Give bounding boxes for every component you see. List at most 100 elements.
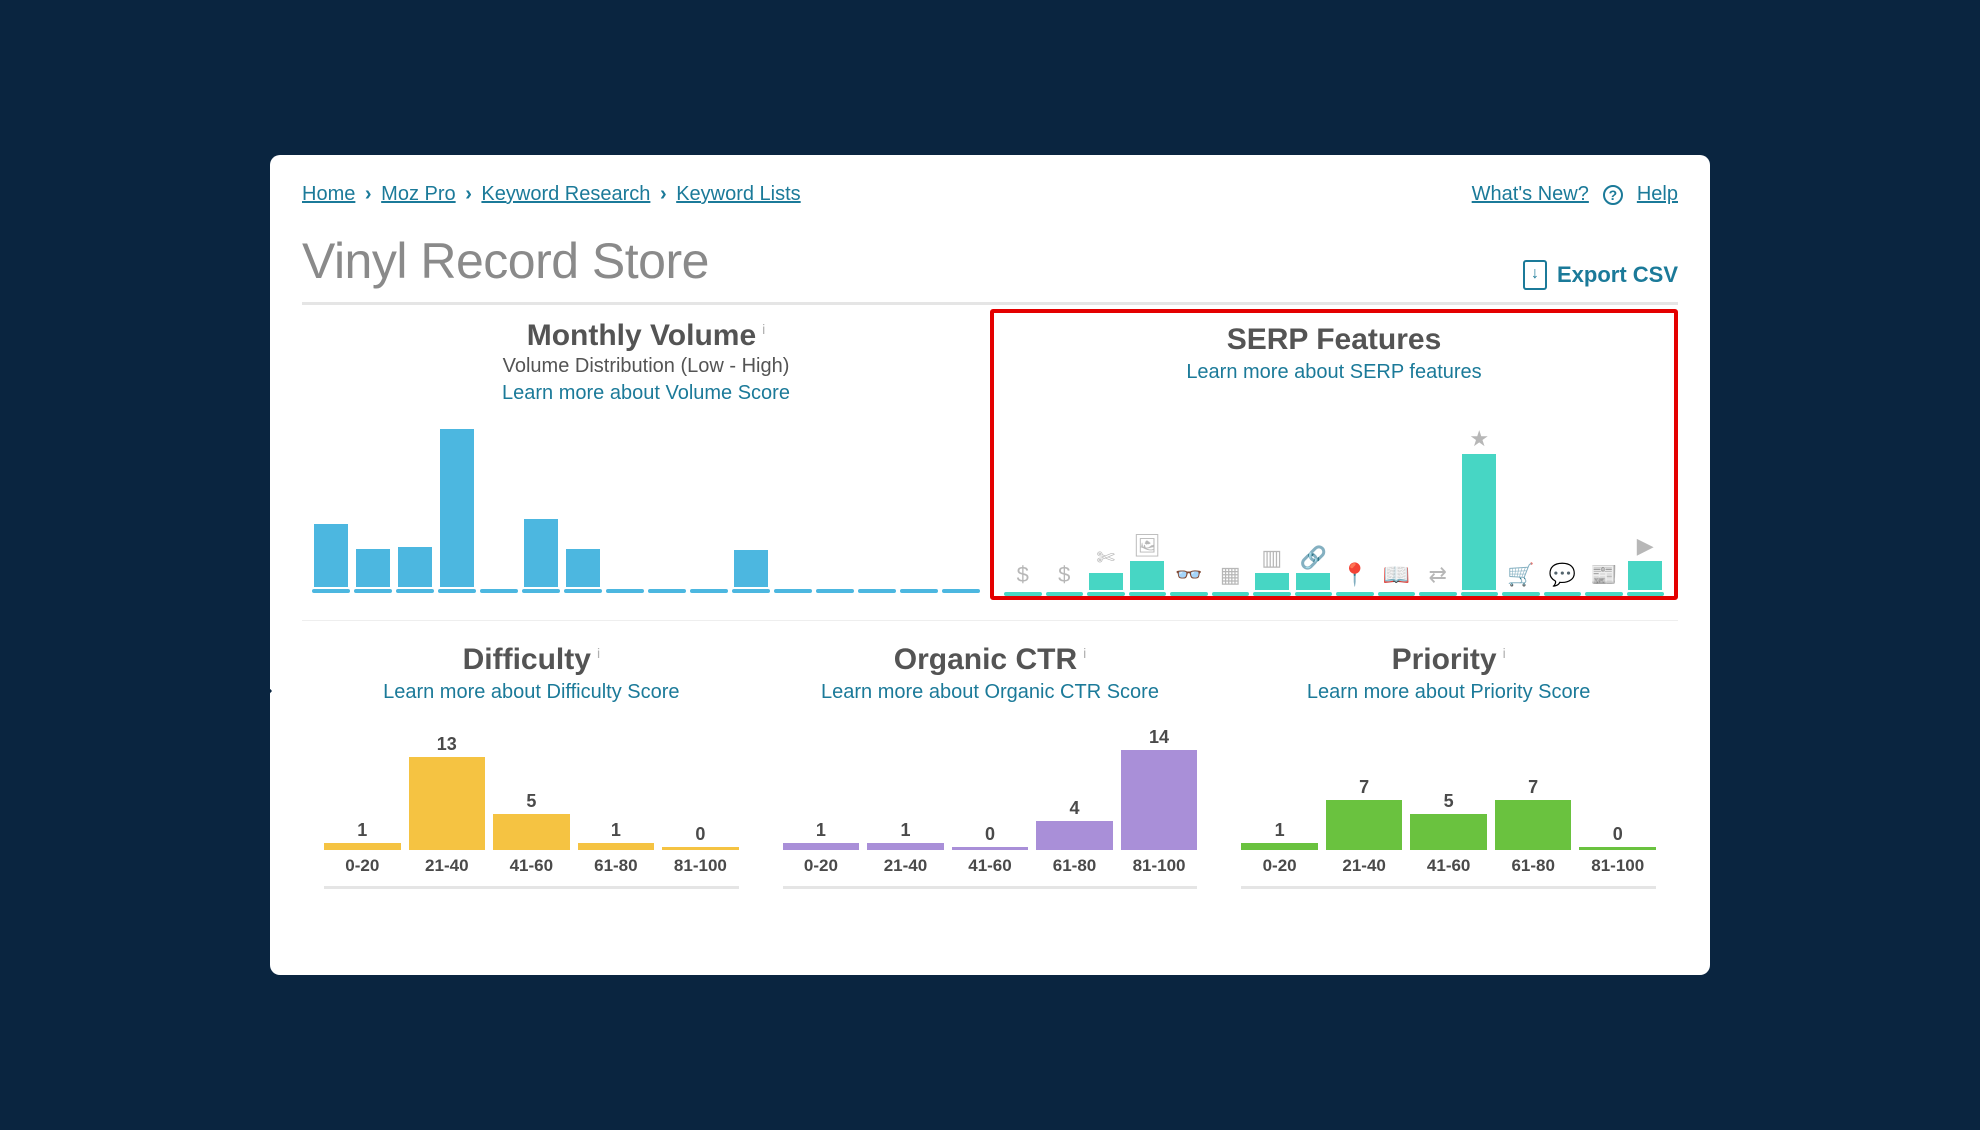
- x-label: 0-20: [324, 856, 401, 876]
- ads-bottom-icon: $: [1058, 562, 1070, 588]
- breadcrumb-keyword-research[interactable]: Keyword Research: [481, 183, 650, 205]
- bar: [942, 423, 980, 593]
- featured-snippet-icon: ✄: [1097, 545, 1115, 571]
- divider: [324, 886, 739, 889]
- serp-bar-site-links[interactable]: 🔗: [1295, 426, 1333, 596]
- panel-title: Difficulty i: [463, 643, 600, 677]
- bar-value: 1: [816, 820, 826, 841]
- panel-title-text: Priority: [1392, 643, 1497, 677]
- bar-value: 0: [1613, 824, 1623, 845]
- panel-title-text: Monthly Volume: [527, 319, 756, 353]
- maps-icon: 📍: [1341, 562, 1368, 588]
- chart-priority: 1 7 5 7 0: [1225, 720, 1672, 850]
- panel-title-text: SERP Features: [1227, 323, 1442, 357]
- learn-more-difficulty[interactable]: Learn more about Difficulty Score: [308, 681, 755, 704]
- reviews-icon: ★: [1469, 426, 1489, 452]
- whats-new-link[interactable]: What's New?: [1472, 183, 1589, 206]
- divider: [1241, 886, 1656, 889]
- serp-bar-local-pack[interactable]: ▥: [1253, 426, 1291, 596]
- serp-bar-featured-snippet[interactable]: ✄: [1087, 426, 1125, 596]
- serp-bar-shopping[interactable]: 🛒: [1502, 426, 1540, 596]
- bar: [606, 423, 644, 593]
- bar-value: 7: [1359, 777, 1369, 798]
- breadcrumb: Home › Moz Pro › Keyword Research › Keyw…: [302, 183, 801, 206]
- info-icon[interactable]: i: [597, 645, 600, 661]
- export-csv-button[interactable]: Export CSV: [1523, 260, 1678, 290]
- breadcrumb-keyword-lists[interactable]: Keyword Lists: [676, 183, 801, 205]
- bar: [480, 423, 518, 593]
- learn-more-volume[interactable]: Learn more about Volume Score: [308, 382, 984, 405]
- serp-bar-news[interactable]: 📖: [1378, 426, 1416, 596]
- x-label: 0-20: [783, 856, 860, 876]
- serp-bar-maps[interactable]: 📍: [1336, 426, 1374, 596]
- bar-value: 5: [1444, 791, 1454, 812]
- x-label: 41-60: [1410, 856, 1487, 876]
- bar: [648, 423, 686, 593]
- panel-priority: Priority i Learn more about Priority Sco…: [1219, 633, 1678, 889]
- learn-more-priority[interactable]: Learn more about Priority Score: [1225, 681, 1672, 704]
- bar: [690, 423, 728, 593]
- chart-difficulty: 113510: [308, 720, 755, 850]
- panel-title-text: Difficulty: [463, 643, 591, 677]
- info-icon[interactable]: i: [1083, 645, 1086, 661]
- x-label: 41-60: [493, 856, 570, 876]
- local-pack-icon: ▥: [1261, 545, 1282, 571]
- serp-bar-related-questions[interactable]: ⇄: [1419, 426, 1457, 596]
- x-label: 21-40: [867, 856, 944, 876]
- x-label: 81-100: [1579, 856, 1656, 876]
- bar-value: 13: [437, 734, 457, 755]
- info-icon[interactable]: i: [762, 321, 765, 337]
- help-icon[interactable]: ?: [1603, 185, 1623, 205]
- bar: 5: [493, 720, 570, 850]
- breadcrumb-mozpro[interactable]: Moz Pro: [381, 183, 455, 205]
- serp-bar-ads-bottom[interactable]: $: [1046, 426, 1084, 596]
- xlabels-difficulty: 0-2021-4041-6061-8081-100: [308, 850, 755, 876]
- learn-more-ctr[interactable]: Learn more about Organic CTR Score: [767, 681, 1214, 704]
- serp-bar-video[interactable]: ▶: [1627, 426, 1665, 596]
- panel-title: Organic CTR i: [894, 643, 1086, 677]
- bar-value: 7: [1528, 777, 1538, 798]
- collapse-arrow-icon[interactable]: [270, 675, 272, 707]
- help-link[interactable]: Help: [1637, 183, 1678, 206]
- top-links: What's New? ? Help: [1472, 183, 1678, 206]
- bar-value: 1: [611, 820, 621, 841]
- panel-title-text: Organic CTR: [894, 643, 1077, 677]
- panel-serp-features: SERP Features Learn more about SERP feat…: [994, 313, 1674, 596]
- bar-value: 0: [695, 824, 705, 845]
- app-window: Home › Moz Pro › Keyword Research › Keyw…: [270, 155, 1710, 975]
- x-label: 81-100: [662, 856, 739, 876]
- serp-bar-knowledge-card[interactable]: 👓: [1170, 426, 1208, 596]
- xlabels-ctr: 0-2021-4041-6061-8081-100: [767, 850, 1214, 876]
- download-icon: [1523, 260, 1547, 290]
- serp-bar-knowledge-panel[interactable]: ▦: [1212, 426, 1250, 596]
- bar: [564, 423, 602, 593]
- serp-highlight-box: SERP Features Learn more about SERP feat…: [990, 309, 1678, 600]
- serp-bar-reviews[interactable]: ★: [1461, 426, 1499, 596]
- x-label: 61-80: [1495, 856, 1572, 876]
- panel-subtitle: Volume Distribution (Low - High): [308, 355, 984, 378]
- info-icon[interactable]: i: [1503, 645, 1506, 661]
- bar: [312, 423, 350, 593]
- breadcrumb-home[interactable]: Home: [302, 183, 355, 205]
- chart-serp-features: $ $ ✄ 🖼👓▦ ▥ 🔗 📍 📖⇄ ★ 🛒 💬📰▶: [1000, 426, 1668, 596]
- divider: [783, 886, 1198, 889]
- ads-top-icon: $: [1017, 562, 1029, 588]
- serp-bar-tweet[interactable]: 💬: [1544, 426, 1582, 596]
- top-bar: Home › Moz Pro › Keyword Research › Keyw…: [302, 183, 1678, 206]
- panel-difficulty: Difficulty i Learn more about Difficulty…: [302, 633, 761, 889]
- serp-bar-image-pack[interactable]: 🖼: [1129, 426, 1167, 596]
- learn-more-serp[interactable]: Learn more about SERP features: [1000, 361, 1668, 384]
- serp-bar-ads-top[interactable]: $: [1004, 426, 1042, 596]
- shopping-icon: 🛒: [1507, 562, 1534, 588]
- panel-title: Monthly Volume i: [527, 319, 766, 353]
- panel-title: SERP Features: [1227, 323, 1442, 357]
- bar-value: 14: [1149, 727, 1169, 748]
- bar: 5: [1410, 720, 1487, 850]
- bar: 14: [1121, 720, 1198, 850]
- bar-value: 1: [900, 820, 910, 841]
- chevron-right-icon: ›: [465, 183, 472, 205]
- serp-bar-in-depth[interactable]: 📰: [1585, 426, 1623, 596]
- bar: [774, 423, 812, 593]
- bar-value: 1: [1275, 820, 1285, 841]
- bar: [732, 423, 770, 593]
